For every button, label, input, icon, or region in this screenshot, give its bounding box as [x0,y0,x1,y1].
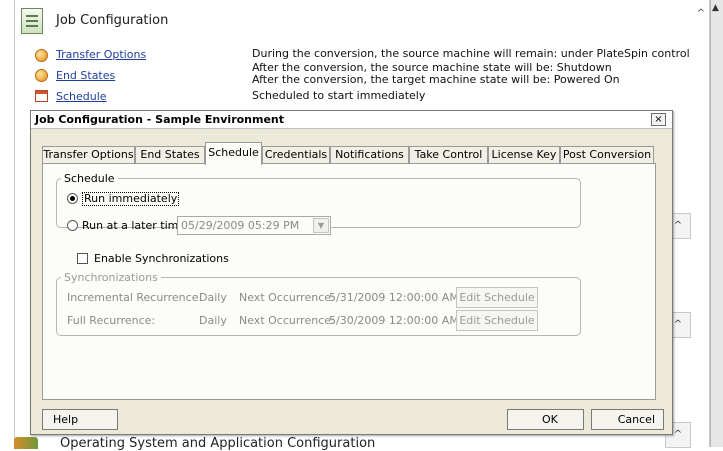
calendar-icon [35,90,48,102]
transfer-options-link[interactable]: Transfer Options [56,48,146,61]
schedule-tab-page: Schedule Run immediately Run at a later … [42,163,656,400]
schedule-group-label: Schedule [64,172,115,185]
schedule-description: Scheduled to start immediately [252,89,426,102]
cancel-button[interactable]: Cancel [591,409,664,430]
run-immediately-label[interactable]: Run immediately [82,192,180,206]
transfer-options-description: During the conversion, the source machin… [252,47,690,60]
dialog-title: Job Configuration - Sample Environment [35,113,285,126]
synchronizations-group-label: Synchronizations [64,271,158,284]
full-recurrence-label: Full Recurrence: [67,314,156,327]
os-app-config-section-title[interactable]: Operating System and Application Configu… [60,436,375,451]
incremental-next-occurrence-label: Next Occurrence: [239,291,335,304]
full-next-occurrence-label: Next Occurrence: [239,314,335,327]
tab-notifications[interactable]: Notifications [330,146,409,164]
schedule-link[interactable]: Schedule [56,90,107,103]
enable-synchronizations-checkbox[interactable] [77,253,88,264]
help-button[interactable]: Help [42,409,118,430]
full-next-occurrence-value: 5/30/2009 12:00:00 AM [329,314,459,327]
tab-license-key[interactable]: License Key [488,146,560,164]
tab-take-control[interactable]: Take Control [409,146,488,164]
scrollbar[interactable]: ▲ [710,0,723,447]
end-states-icon [35,69,48,82]
transfer-options-icon [35,49,48,62]
enable-synchronizations-label[interactable]: Enable Synchronizations [94,252,229,265]
tab-transfer-options[interactable]: Transfer Options [42,146,135,164]
full-recurrence-frequency: Daily [199,314,227,327]
end-states-target-description: After the conversion, the target machine… [252,73,620,86]
incremental-recurrence-label: Incremental Recurrence: [67,291,203,304]
edit-incremental-schedule-button[interactable]: Edit Schedule [456,287,538,308]
dialog-titlebar[interactable]: Job Configuration - Sample Environment × [31,111,672,129]
panel-title: Job Configuration [56,13,169,28]
incremental-recurrence-frequency: Daily [199,291,227,304]
scroll-up-arrow-icon[interactable]: ▲ [712,3,719,13]
job-configuration-icon [21,8,43,34]
collapse-chevron-icon[interactable]: ^ [694,8,708,19]
end-states-link[interactable]: End States [56,69,115,82]
ok-button[interactable]: OK [507,409,584,430]
incremental-next-occurrence-value: 5/31/2009 12:00:00 AM [329,291,459,304]
run-later-radio[interactable] [67,220,78,231]
schedule-datetime-select[interactable]: 05/29/2009 05:29 PM ▼ [177,216,331,235]
schedule-datetime-value: 05/29/2009 05:29 PM [181,219,300,232]
tab-credentials[interactable]: Credentials [262,146,330,164]
job-configuration-dialog: Job Configuration - Sample Environment ×… [30,110,673,435]
run-later-label[interactable]: Run at a later time [82,219,185,232]
tab-post-conversion[interactable]: Post Conversion [560,146,654,164]
chevron-down-icon[interactable]: ▼ [313,218,329,233]
os-app-config-icon [14,437,38,449]
tab-schedule[interactable]: Schedule [205,142,262,165]
run-immediately-radio[interactable] [67,193,78,204]
edit-full-schedule-button[interactable]: Edit Schedule [456,310,538,331]
close-icon[interactable]: × [651,113,666,126]
tab-end-states[interactable]: End States [135,146,205,164]
